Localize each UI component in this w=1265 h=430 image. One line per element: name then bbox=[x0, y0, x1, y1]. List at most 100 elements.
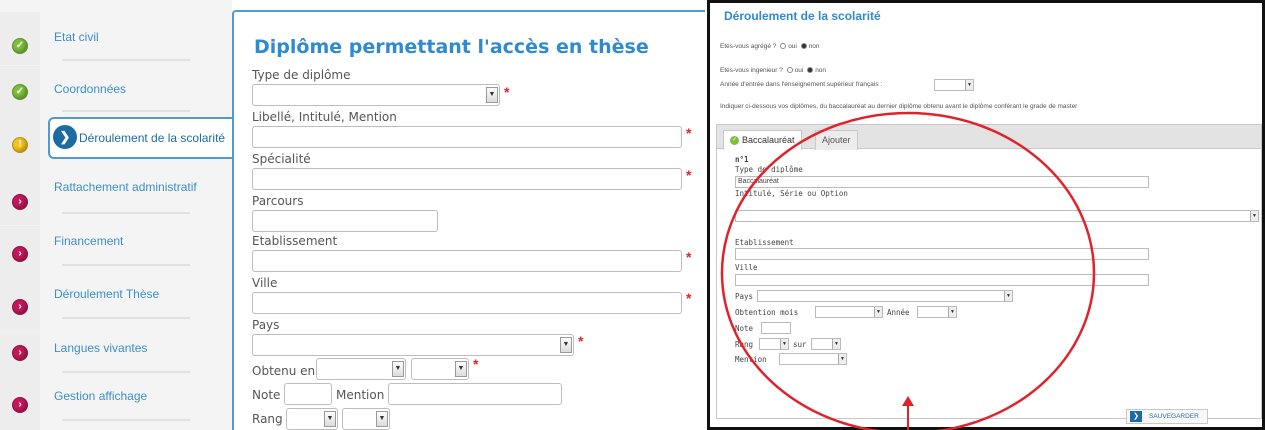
annee-select[interactable]: ▼ bbox=[917, 306, 957, 318]
mention-input[interactable] bbox=[388, 383, 562, 405]
ingenieur-question: Etes-vous ingenieur ? oui non bbox=[720, 67, 826, 74]
chevron-down-icon: ▼ bbox=[392, 361, 404, 377]
annee-label: Année bbox=[887, 308, 910, 317]
tab-ajouter[interactable]: Ajouter bbox=[815, 130, 858, 150]
check-icon: ✓ bbox=[730, 136, 739, 146]
ingenieur-oui-radio[interactable] bbox=[786, 67, 793, 74]
pays-label: Pays bbox=[252, 318, 280, 332]
sidebar-item-label: Rattachement administratif bbox=[54, 180, 197, 194]
diploma-tabbar: ✓ Baccalauréat Ajouter bbox=[717, 125, 1261, 150]
required-asterisk: * bbox=[686, 125, 692, 141]
required-asterisk: * bbox=[578, 333, 584, 349]
chevron-down-icon: ▼ bbox=[376, 411, 388, 427]
pays-select[interactable]: ▼ bbox=[757, 290, 1013, 302]
intitule-select[interactable]: ▼ bbox=[735, 210, 1259, 222]
ingenieur-label: Etes-vous ingenieur ? bbox=[720, 67, 783, 74]
obtenu-en-label: Obtenu en bbox=[252, 364, 316, 378]
obtenu-annee-select[interactable]: ▼ bbox=[411, 358, 469, 380]
specialite-input[interactable] bbox=[252, 168, 682, 190]
check-icon: ✓ bbox=[12, 38, 28, 54]
sidebar-item-label: Langues vivantes bbox=[54, 341, 148, 355]
type-diplome-input[interactable]: Baccalauréat bbox=[735, 176, 1149, 188]
left-screenshot-panel: ✓ Etat civil ✓ Coordonnées ! › Rattachem… bbox=[0, 0, 707, 430]
chevron-down-icon: ▼ bbox=[1004, 291, 1012, 301]
required-asterisk: * bbox=[504, 84, 510, 100]
rang-select[interactable]: ▼ bbox=[286, 408, 338, 430]
libelle-label: Libellé, Intitulé, Mention bbox=[252, 110, 397, 124]
chevron-down-icon: ▼ bbox=[838, 354, 846, 364]
arrow-right-icon: › bbox=[12, 345, 28, 361]
etablissement-input[interactable] bbox=[252, 250, 682, 272]
sidebar-item-label: Financement bbox=[54, 234, 124, 248]
chevron-down-icon: ▼ bbox=[832, 339, 840, 349]
diploma-number: n°1 bbox=[735, 155, 749, 164]
obtenu-mois-select[interactable]: ▼ bbox=[316, 358, 406, 380]
chevron-down-icon: ▼ bbox=[965, 80, 973, 90]
ville-label: Ville bbox=[252, 276, 278, 290]
required-asterisk: * bbox=[686, 167, 692, 183]
save-button[interactable]: ❯ SAUVEGARDER bbox=[1126, 409, 1208, 424]
chevron-down-icon: ▼ bbox=[780, 339, 788, 349]
type-diplome-label: Type de diplôme bbox=[252, 68, 351, 82]
rang-select[interactable]: ▼ bbox=[759, 338, 789, 350]
pays-label: Pays bbox=[735, 292, 754, 301]
sidebar-item-coordonnees[interactable]: ✓ Coordonnées bbox=[0, 66, 232, 119]
obtention-mois-label: Obtention mois bbox=[735, 308, 799, 317]
sur-label: sur bbox=[793, 340, 807, 349]
ville-label: Ville bbox=[735, 263, 758, 272]
mention-select[interactable]: ▼ bbox=[779, 353, 847, 365]
oui-label: oui bbox=[788, 43, 797, 50]
intitule-label: Intitulé, Série ou Option bbox=[735, 189, 848, 198]
note-label: Note bbox=[252, 388, 281, 402]
sidebar-item-label: Déroulement Thèse bbox=[54, 287, 160, 301]
required-asterisk: * bbox=[686, 249, 692, 265]
sidebar: ✓ Etat civil ✓ Coordonnées ! › Rattachem… bbox=[0, 0, 232, 430]
ingenieur-non-radio[interactable] bbox=[807, 67, 814, 74]
sidebar-item-etat-civil[interactable]: ✓ Etat civil bbox=[0, 12, 232, 65]
sidebar-item-deroulement-these[interactable]: › Déroulement Thèse bbox=[0, 279, 232, 332]
pays-select[interactable]: ▼ bbox=[252, 334, 574, 356]
rang-label: Rang bbox=[735, 340, 754, 349]
agrege-non-radio[interactable] bbox=[800, 43, 807, 50]
instructions-text: Indiquer ci-dessous vos diplômes, du bac… bbox=[720, 103, 1078, 110]
save-label: SAUVEGARDER bbox=[1149, 413, 1199, 420]
chevron-down-icon: ▼ bbox=[324, 411, 336, 427]
sidebar-item-gestion-affichage[interactable]: › Gestion affichage bbox=[0, 377, 232, 430]
etablissement-input[interactable] bbox=[735, 248, 1149, 260]
libelle-input[interactable] bbox=[252, 126, 682, 148]
page-title: Diplôme permettant l'accès en thèse bbox=[254, 36, 649, 58]
etablissement-label: Etablissement bbox=[735, 238, 794, 247]
sidebar-item-label: Etat civil bbox=[54, 30, 99, 44]
type-diplome-select[interactable]: ▼ bbox=[252, 84, 500, 106]
chevron-down-icon: ▼ bbox=[486, 87, 498, 103]
annee-entree-select[interactable]: ▼ bbox=[934, 79, 974, 91]
specialite-label: Spécialité bbox=[252, 152, 311, 166]
active-nav-label: Déroulement de la scolarité bbox=[79, 131, 226, 145]
rang-sur-select[interactable]: ▼ bbox=[811, 338, 841, 350]
right-screenshot-panel: Déroulement de la scolarité Etes-vous ag… bbox=[707, 0, 1265, 430]
sidebar-item-rattachement[interactable]: › Rattachement administratif bbox=[0, 172, 232, 225]
chevron-down-icon: ▼ bbox=[1250, 211, 1258, 221]
ville-input[interactable] bbox=[735, 274, 1149, 286]
note-input[interactable] bbox=[284, 383, 332, 405]
parcours-input[interactable] bbox=[252, 210, 438, 232]
chevron-down-icon: ▼ bbox=[560, 337, 572, 353]
rang-sur-select[interactable]: ▼ bbox=[342, 408, 390, 430]
chevron-down-icon: ▼ bbox=[874, 307, 882, 317]
arrow-right-icon: ❯ bbox=[1130, 411, 1142, 422]
ville-input[interactable] bbox=[252, 292, 682, 314]
tab-baccalaureat[interactable]: ✓ Baccalauréat bbox=[723, 130, 802, 150]
sidebar-item-financement[interactable]: › Financement bbox=[0, 226, 232, 279]
note-label: Note bbox=[735, 324, 754, 333]
obtention-mois-select[interactable]: ▼ bbox=[815, 306, 883, 318]
sidebar-item-label: Gestion affichage bbox=[54, 389, 148, 403]
non-label: non bbox=[808, 43, 820, 50]
note-input[interactable] bbox=[761, 322, 791, 334]
section-title: Déroulement de la scolarité bbox=[724, 9, 881, 23]
tab-label: Baccalauréat bbox=[742, 135, 795, 145]
arrow-right-icon: ❯ bbox=[53, 125, 77, 149]
arrow-right-icon: › bbox=[12, 299, 28, 315]
agrege-label: Etes-vous agrégé ? bbox=[720, 43, 777, 50]
agrege-oui-radio[interactable] bbox=[780, 43, 787, 50]
required-asterisk: * bbox=[686, 290, 692, 306]
